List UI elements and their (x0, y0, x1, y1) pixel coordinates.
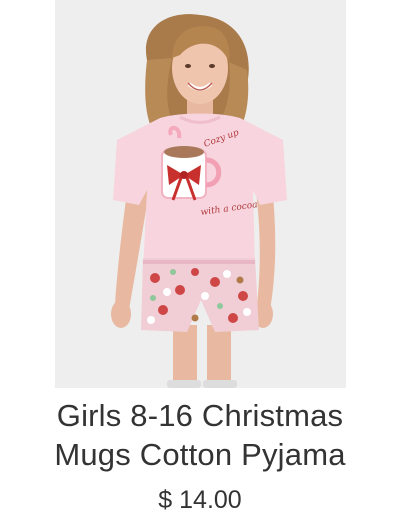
product-price: $ 14.00 (158, 486, 242, 514)
product-card[interactable]: Cozy up with a cocoa Girls 8-16 Christma… (0, 0, 400, 520)
product-photo-illustration: Cozy up with a cocoa (55, 0, 346, 388)
product-title[interactable]: Girls 8-16 Christmas Mugs Cotton Pyjama (0, 396, 400, 474)
product-title-line2[interactable]: Mugs Cotton Pyjama (0, 435, 400, 474)
product-title-line1[interactable]: Girls 8-16 Christmas (0, 396, 400, 435)
product-image[interactable]: Cozy up with a cocoa (55, 0, 346, 388)
